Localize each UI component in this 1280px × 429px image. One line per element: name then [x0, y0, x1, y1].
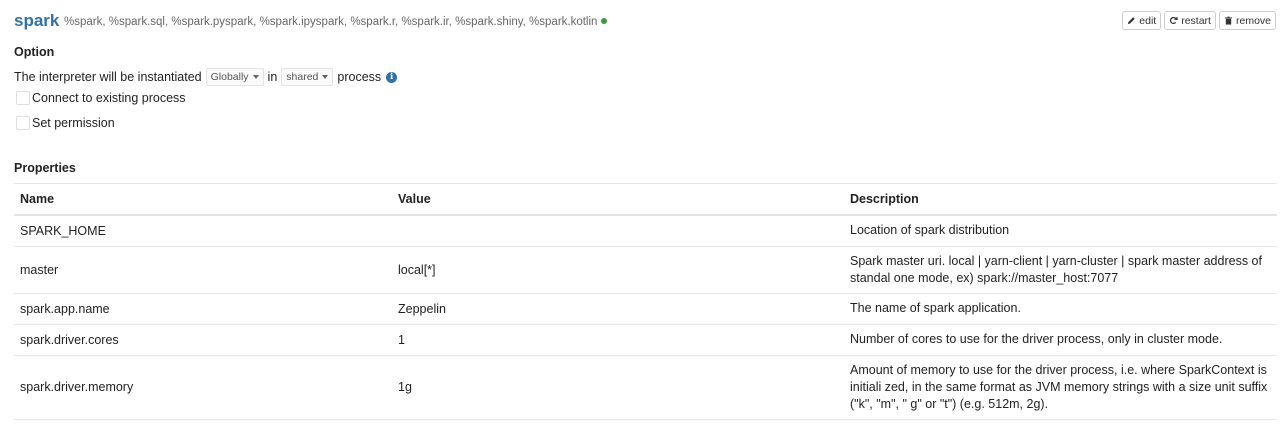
- scope-select[interactable]: Globally: [205, 68, 264, 86]
- chevron-down-icon: [252, 75, 259, 79]
- info-icon[interactable]: i: [386, 71, 398, 83]
- property-description: Location of spark distribution: [844, 214, 1277, 246]
- connect-existing-option[interactable]: Connect to existing process: [16, 91, 186, 105]
- set-permission-checkbox[interactable]: [16, 116, 30, 130]
- property-name: master: [14, 245, 392, 293]
- properties-table: Name Value Description SPARK_HOME Locati…: [14, 183, 1277, 420]
- table-header-row: Name Value Description: [14, 183, 1277, 216]
- interpreter-aliases: %spark, %spark.sql, %spark.pyspark, %spa…: [64, 16, 608, 28]
- edit-button[interactable]: edit: [1122, 11, 1162, 30]
- connect-existing-checkbox[interactable]: [16, 91, 30, 105]
- aliases-text: %spark, %spark.sql, %spark.pyspark, %spa…: [64, 16, 598, 28]
- interpreter-header: spark %spark, %spark.sql, %spark.pyspark…: [14, 10, 1276, 34]
- property-description: Spark master uri. local | yarn-client | …: [844, 245, 1277, 293]
- connect-existing-label: Connect to existing process: [32, 91, 186, 105]
- header-actions: edit restart remove: [1122, 11, 1276, 30]
- property-value: 1g: [392, 354, 844, 420]
- table-row: spark.driver.cores 1 Number of cores to …: [14, 323, 1277, 355]
- table-row: spark.app.name Zeppelin The name of spar…: [14, 292, 1277, 324]
- set-permission-option[interactable]: Set permission: [16, 116, 115, 130]
- remove-label: remove: [1235, 14, 1271, 27]
- instantiation-connector: in: [267, 70, 278, 84]
- instantiation-prefix: The interpreter will be instantiated: [14, 70, 202, 84]
- trash-icon: [1224, 16, 1233, 25]
- edit-label: edit: [1139, 14, 1157, 27]
- scope-select-value: Globally: [210, 71, 249, 83]
- table-row: master local[*] Spark master uri. local …: [14, 245, 1277, 293]
- property-value: 1: [392, 323, 844, 355]
- mode-select[interactable]: shared: [281, 68, 334, 86]
- mode-select-value: shared: [286, 71, 319, 83]
- property-description: Number of cores to use for the driver pr…: [844, 323, 1277, 355]
- property-value: local[*]: [392, 245, 844, 293]
- properties-section-title: Properties: [14, 161, 76, 175]
- instantiation-option: The interpreter will be instantiated Glo…: [14, 68, 398, 86]
- remove-button[interactable]: remove: [1218, 11, 1276, 30]
- set-permission-label: Set permission: [32, 116, 115, 130]
- property-description: Amount of memory to use for the driver p…: [844, 354, 1277, 420]
- refresh-icon: [1170, 16, 1178, 25]
- interpreter-name: spark: [14, 11, 60, 30]
- option-section-title: Option: [14, 45, 55, 59]
- column-header-description: Description: [844, 183, 1277, 216]
- interpreter-setting-panel: spark %spark, %spark.sql, %spark.pyspark…: [0, 0, 1280, 429]
- pencil-icon: [1128, 17, 1136, 25]
- table-row: SPARK_HOME Location of spark distributio…: [14, 214, 1277, 246]
- property-name: SPARK_HOME: [14, 214, 392, 246]
- property-name: spark.driver.cores: [14, 323, 392, 355]
- property-value: Zeppelin: [392, 292, 844, 324]
- chevron-down-icon: [322, 75, 329, 79]
- table-row: spark.driver.memory 1g Amount of memory …: [14, 354, 1277, 420]
- property-name: spark.driver.memory: [14, 354, 392, 420]
- property-description: The name of spark application.: [844, 292, 1277, 324]
- column-header-name: Name: [14, 183, 392, 216]
- restart-button[interactable]: restart: [1164, 11, 1216, 30]
- property-value: [392, 214, 844, 246]
- restart-label: restart: [1181, 14, 1211, 27]
- status-running-icon: [601, 18, 608, 24]
- column-header-value: Value: [392, 183, 844, 216]
- instantiation-suffix: process: [337, 70, 382, 84]
- property-name: spark.app.name: [14, 292, 392, 324]
